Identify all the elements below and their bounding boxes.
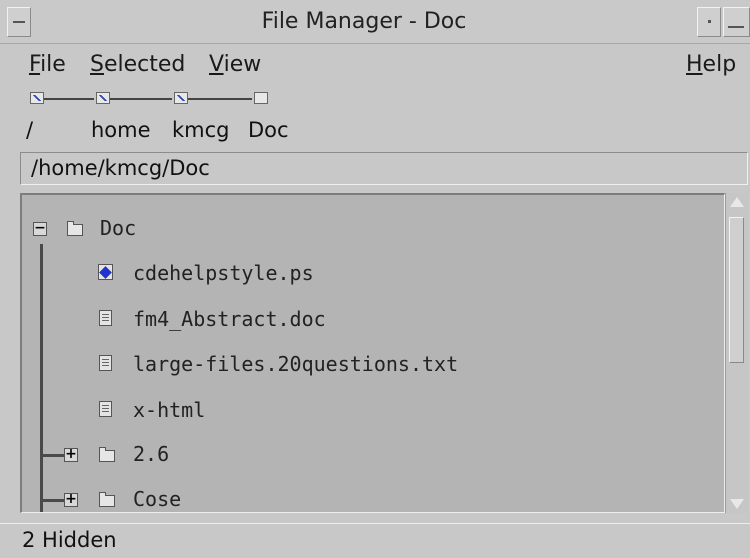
document-file-icon [99,355,112,371]
expand-toggle-icon[interactable]: + [64,447,78,462]
menu-help[interactable]: Help [686,52,736,77]
doc-folder-icon[interactable] [254,92,268,104]
tree-row-label: x-html [133,398,206,422]
tree-row-label: Doc [100,216,137,240]
tree-row-folder[interactable]: + Cose [0,485,700,515]
tree-row-label: fm4_Abstract.doc [133,307,326,331]
tree-row-file[interactable]: cdehelpstyle.ps [0,259,700,289]
tree-row-label: Cose [133,487,182,511]
scroll-thumb[interactable] [729,217,744,363]
menu-view[interactable]: View [209,52,261,77]
window-menu-button[interactable] [7,7,31,37]
menu-bar: File Selected View Help [0,46,750,88]
tree-row-folder[interactable]: + 2.6 [0,440,700,470]
menu-view-label: iew [223,52,262,77]
tree-row-label: cdehelpstyle.ps [133,261,314,285]
menu-help-mnemonic: H [686,52,703,77]
postscript-file-icon [98,264,113,280]
breadcrumb-doc[interactable]: Doc [248,118,289,142]
scroll-down-arrow-icon[interactable] [730,499,744,509]
tree-branch-line [42,499,64,502]
breadcrumb-root[interactable]: / [26,118,33,142]
breadcrumb-home[interactable]: home [91,118,151,142]
breadcrumb-connector [188,98,252,100]
file-manager-window: File Manager - Doc File Selected View He… [0,0,750,558]
menu-file[interactable]: File [29,52,66,77]
menu-file-mnemonic: F [29,52,41,77]
menu-selected-label: elected [103,52,186,77]
tree-row-label: 2.6 [133,442,170,466]
tree-row-doc[interactable]: − Doc [0,214,700,244]
breadcrumb-kmcg[interactable]: kmcg [172,118,230,142]
status-bar: 2 Hidden [0,523,750,558]
folder-icon [99,447,115,462]
title-bar[interactable]: File Manager - Doc [0,0,750,44]
document-file-icon [99,401,112,417]
breadcrumb-connector [44,98,94,100]
tree-row-label: large-files.20questions.txt [133,352,459,376]
window-title: File Manager - Doc [261,9,467,34]
tree-row-file[interactable]: large-files.20questions.txt [0,350,700,380]
menu-selected[interactable]: Selected [90,52,185,77]
minimize-button[interactable] [697,7,721,37]
menu-view-mnemonic: V [209,52,224,77]
tree-row-file[interactable]: x-html [0,396,700,426]
tree-branch-line [42,454,64,457]
path-field[interactable]: /home/kmcg/Doc [20,152,748,185]
home-folder-icon[interactable] [96,92,110,104]
root-folder-icon[interactable] [30,92,44,104]
breadcrumb-icons [22,90,322,110]
kmcg-folder-icon[interactable] [174,92,188,104]
menu-selected-mnemonic: S [90,52,104,77]
scroll-up-arrow-icon[interactable] [730,197,744,207]
menu-help-label: elp [702,52,737,77]
folder-icon [99,492,115,507]
expand-toggle-icon[interactable]: + [64,492,78,507]
vertical-scrollbar[interactable] [725,193,748,513]
tree-row-file[interactable]: fm4_Abstract.doc [0,305,700,335]
menu-file-label: ile [40,52,66,77]
document-file-icon [99,310,112,326]
status-text: 2 Hidden [22,528,117,552]
breadcrumb-connector [110,98,172,100]
collapse-toggle-icon[interactable]: − [33,221,47,236]
maximize-button[interactable] [723,7,750,37]
folder-icon [67,221,83,236]
